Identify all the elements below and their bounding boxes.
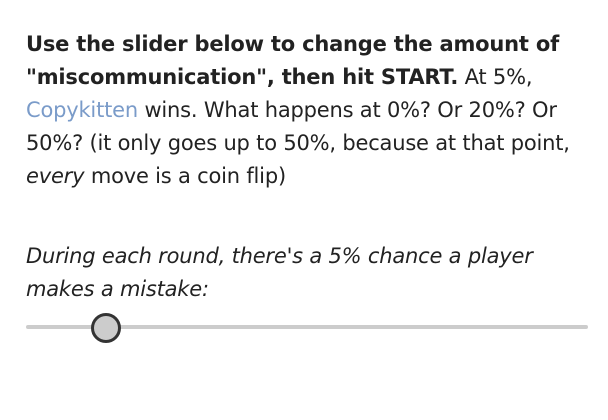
- miscommunication-slider[interactable]: [26, 313, 588, 343]
- instructions-text: At 5%,: [458, 65, 533, 89]
- slider-thumb[interactable]: [91, 313, 121, 343]
- mistake-chance-caption: During each round, there's a 5% chance a…: [26, 244, 533, 301]
- copykitten-link[interactable]: Copykitten: [26, 98, 138, 122]
- instructions-text-end: move is a coin flip): [84, 164, 286, 188]
- emphasis-every: every: [26, 164, 85, 188]
- instructions-paragraph: Use the slider below to change the amoun…: [26, 28, 596, 193]
